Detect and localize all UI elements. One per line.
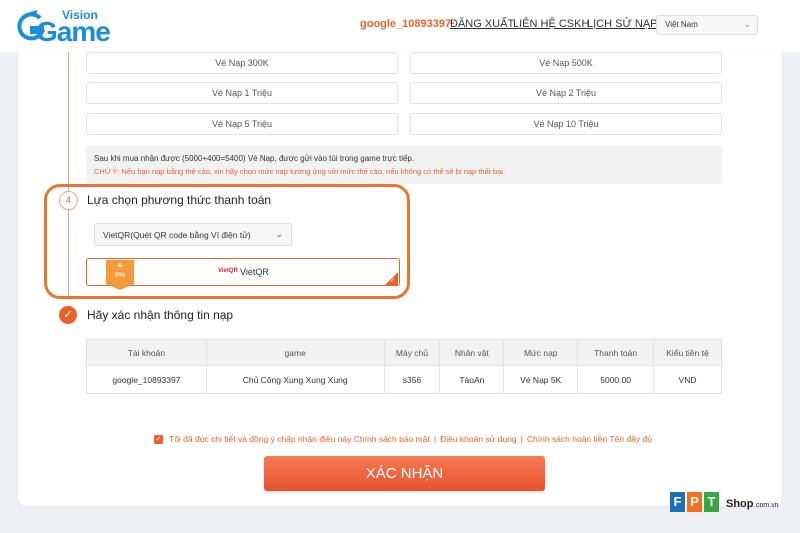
cell-server: s356	[383, 365, 441, 394]
chevron-down-icon: ⌄	[743, 19, 751, 29]
package-2m[interactable]: Vé Nạp 2 Triệu	[410, 82, 722, 104]
top-header: Vision Game google_10893397 ĐĂNG XUẤT LI…	[0, 0, 800, 52]
fpt-letter-p: P	[687, 492, 702, 512]
bonus-badge-tip	[106, 284, 134, 290]
payment-method-value: VietQR(Quét QR code bằng Ví điện tử)	[103, 230, 251, 240]
notice-warning: CHÚ Ý: Nếu bạn nạp bằng thẻ cào, xin hãy…	[94, 167, 505, 176]
cell-payment: 5000.00	[577, 365, 655, 394]
bonus-percent: 8%	[114, 272, 126, 279]
col-amount: Mức nạp	[503, 339, 579, 366]
check-icon: ✓	[390, 278, 396, 284]
privacy-policy-link[interactable]: Chính sách bảo mật	[354, 434, 430, 444]
language-select[interactable]: Việt Nam ⌄	[656, 15, 758, 35]
topup-info-table: Tài khoản game Máy chủ Nhân vật Mức nạp …	[86, 339, 722, 394]
full-name-link[interactable]: Tên đầy đủ	[609, 434, 652, 444]
package-300k[interactable]: Vé Nạp 300K	[86, 52, 398, 74]
package-5m[interactable]: Vé Nạp 5 Triệu	[86, 113, 398, 135]
vision-game-logo[interactable]: Vision Game	[16, 6, 116, 48]
bonus-plus: +	[117, 261, 123, 272]
col-account: Tài khoản	[86, 339, 207, 366]
payment-section-title: Lựa chọn phương thức thanh toán	[87, 193, 272, 207]
username-label[interactable]: google_10893397	[360, 18, 451, 30]
logo-game-text: Game	[36, 16, 111, 47]
cell-game: Chủ Công Xung Xung Xung	[205, 365, 385, 394]
cell-character: TàoAn	[439, 365, 505, 394]
package-10m[interactable]: Vé Nạp 10 Triệu	[410, 113, 722, 135]
cell-account: google_10893397	[86, 365, 207, 394]
vietqr-logo-icon: VietQR	[218, 268, 238, 274]
confirm-check-icon: ✓	[59, 306, 77, 324]
fpt-domain-text: .com.vn	[754, 502, 779, 509]
cell-currency: VND	[653, 365, 722, 394]
refund-policy-link[interactable]: Chính sách hoàn tiền	[527, 434, 607, 444]
col-game: game	[205, 339, 385, 366]
vietqr-label: VietQR	[240, 267, 269, 277]
notice-info: Sau khi mua nhận được (5000+400=5400) Vé…	[94, 154, 415, 163]
col-character: Nhân vật	[439, 339, 505, 366]
bonus-badge: + 8%	[106, 260, 134, 284]
chevron-down-icon: ⌄	[275, 229, 283, 239]
language-value: Việt Nam	[665, 20, 698, 29]
package-1m[interactable]: Vé Nạp 1 Triệu	[86, 82, 398, 104]
fpt-shop-text: Shop	[726, 498, 754, 510]
col-server: Máy chủ	[383, 339, 441, 366]
cell-amount: Vé Nạp 5K	[503, 365, 579, 394]
col-currency: Kiểu tiền tệ	[653, 339, 722, 366]
step-number: 4	[59, 191, 78, 210]
col-payment: Thanh toán	[577, 339, 655, 366]
agree-checkbox[interactable]: ✓	[154, 435, 163, 445]
fpt-letter-f: F	[670, 492, 685, 512]
confirm-submit-button[interactable]: XÁC NHẬN	[264, 456, 545, 491]
fpt-letter-t: T	[704, 492, 719, 512]
contact-support-link[interactable]: LIÊN HỆ CSKH	[513, 18, 589, 30]
fptshop-watermark: F P T Shop .com.vn	[670, 492, 790, 522]
confirm-section-title: Hãy xác nhận thông tin nạp	[87, 308, 234, 322]
terms-of-use-link[interactable]: Điều khoản sử dụng	[440, 434, 517, 444]
purchase-notice: Sau khi mua nhận được (5000+400=5400) Vé…	[86, 146, 722, 184]
topup-history-link[interactable]: LỊCH SỬ NẠP	[587, 18, 658, 30]
logout-link[interactable]: ĐĂNG XUẤT	[450, 18, 514, 30]
package-500k[interactable]: Vé Nạp 500K	[410, 52, 722, 74]
agreement-row: ✓ Tôi đã đọc chi tiết và đồng ý chấp nhận…	[154, 434, 652, 445]
table-row: google_10893397 Chủ Công Xung Xung Xung …	[86, 365, 722, 394]
table-header-row: Tài khoản game Máy chủ Nhân vật Mức nạp …	[86, 339, 722, 366]
payment-method-select[interactable]: VietQR(Quét QR code bằng Ví điện tử) ⌄	[94, 223, 292, 246]
agreement-text: Tôi đã đọc chi tiết và đồng ý chấp nhận …	[169, 434, 352, 444]
